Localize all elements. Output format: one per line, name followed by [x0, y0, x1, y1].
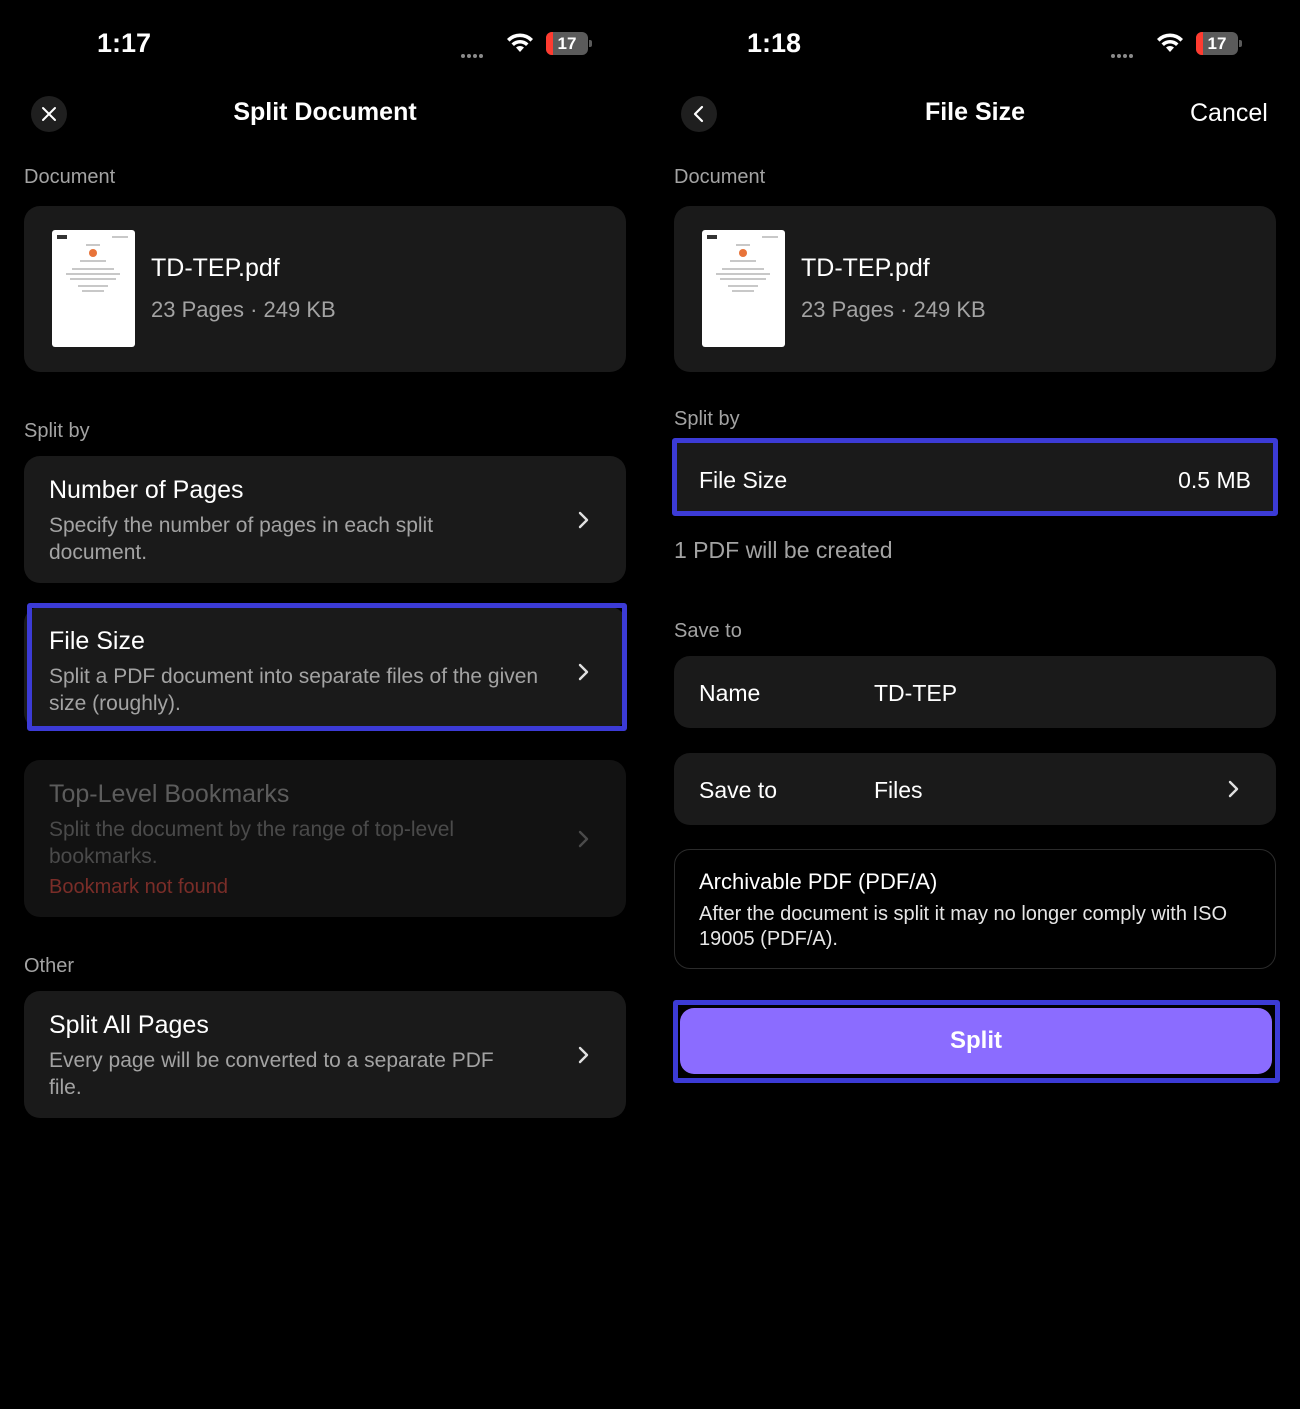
document-card: TD-TEP.pdf 23 Pages · 249 KB: [674, 206, 1276, 372]
chevron-right-icon: [578, 511, 589, 529]
option-top-level-bookmarks: Top-Level Bookmarks Split the document b…: [24, 760, 626, 917]
option-description: Specify the number of pages in each spli…: [49, 514, 434, 564]
battery-icon: 17: [1196, 32, 1242, 55]
split-by-section-label: Split by: [24, 420, 90, 442]
name-field[interactable]: TD-TEP: [874, 680, 957, 707]
chevron-right-icon: [578, 830, 589, 848]
wifi-icon: [507, 33, 533, 52]
option-split-all-pages[interactable]: Split All Pages Every page will be conve…: [24, 991, 626, 1118]
document-meta: 23 Pages · 249 KB: [801, 297, 986, 322]
pdf-thumbnail: [52, 230, 135, 347]
highlight-frame: [673, 1000, 1280, 1083]
document-name: TD-TEP.pdf: [151, 254, 280, 282]
back-button[interactable]: [681, 96, 717, 132]
document-card: TD-TEP.pdf 23 Pages · 249 KB: [24, 206, 626, 372]
pdfa-notice-card: Archivable PDF (PDF/A) After the documen…: [674, 849, 1276, 969]
pdfa-title: Archivable PDF (PDF/A): [699, 869, 938, 894]
highlight-frame: [27, 603, 627, 731]
document-name: TD-TEP.pdf: [801, 254, 930, 282]
option-description: Split the document by the range of top-l…: [49, 818, 455, 868]
cancel-button[interactable]: Cancel: [1190, 99, 1268, 128]
file-size-screen: 1:18 17 File Size Cancel Document TD-TEP…: [650, 0, 1300, 1409]
split-document-screen: 1:17 17 Split Document Document TD-TEP.p…: [0, 0, 650, 1409]
option-title: Number of Pages: [49, 476, 244, 504]
pdf-thumbnail: [702, 230, 785, 347]
chevron-right-icon: [578, 1046, 589, 1064]
pdfa-description: After the document is split it may no lo…: [699, 903, 1227, 950]
save-to-label: Save to: [699, 777, 777, 803]
document-section-label: Document: [24, 166, 116, 188]
document-meta: 23 Pages · 249 KB: [151, 297, 336, 322]
close-icon: [42, 107, 56, 121]
page-title: File Size: [924, 98, 1026, 126]
chevron-right-icon: [1228, 780, 1239, 798]
name-row[interactable]: Name TD-TEP: [674, 656, 1276, 728]
page-title: Split Document: [233, 98, 417, 126]
option-number-of-pages[interactable]: Number of Pages Specify the number of pa…: [24, 456, 626, 583]
name-label: Name: [699, 680, 761, 706]
battery-level: 17: [557, 34, 577, 53]
back-chevron-icon: [693, 105, 704, 123]
bookmark-warning: Bookmark not found: [49, 876, 228, 898]
highlight-frame: [672, 438, 1278, 516]
split-by-section-label: Split by: [674, 408, 740, 430]
status-time: 1:17: [97, 28, 152, 58]
signal-dots-icon: [461, 47, 485, 61]
signal-dots-icon: [1111, 47, 1135, 61]
created-info: 1 PDF will be created: [674, 537, 893, 563]
battery-level: 17: [1207, 34, 1227, 53]
status-time: 1:18: [747, 28, 802, 58]
wifi-icon: [1157, 33, 1183, 52]
other-section-label: Other: [24, 955, 75, 977]
battery-icon: 17: [546, 32, 592, 55]
save-to-value: Files: [874, 777, 923, 803]
save-to-section-label: Save to: [674, 620, 742, 642]
document-section-label: Document: [674, 166, 766, 188]
option-title: Split All Pages: [49, 1011, 209, 1039]
option-description: Every page will be converted to a separa…: [49, 1049, 494, 1099]
save-to-row[interactable]: Save to Files: [674, 753, 1276, 825]
close-button[interactable]: [31, 96, 67, 132]
option-title: Top-Level Bookmarks: [49, 780, 290, 808]
